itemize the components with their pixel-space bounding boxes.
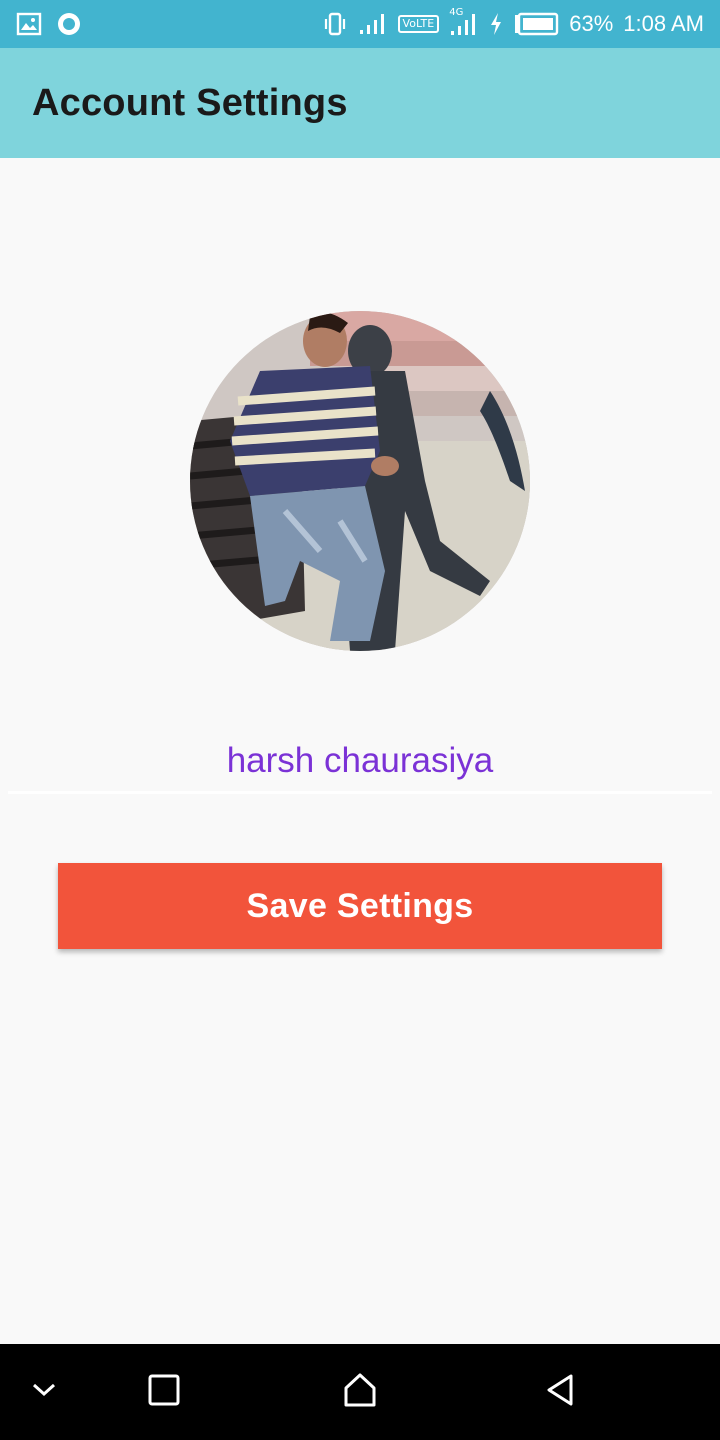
chevron-down-icon xyxy=(31,1382,57,1403)
gallery-icon xyxy=(16,12,42,36)
volte-icon: VoLTE xyxy=(397,15,440,33)
4g-signal-icon: 4G xyxy=(449,7,479,37)
status-bar: VoLTE 4G 63% 1:08 AM xyxy=(0,0,720,48)
circle-notification-icon xyxy=(56,11,82,37)
vibrate-icon xyxy=(322,11,348,37)
display-name-input[interactable] xyxy=(8,740,712,781)
navigation-bar xyxy=(0,1344,720,1440)
nav-back-button[interactable] xyxy=(512,1344,608,1440)
signal-icon xyxy=(358,12,388,36)
charging-icon xyxy=(489,12,503,36)
back-icon xyxy=(543,1372,577,1413)
status-left-icons xyxy=(16,11,82,37)
page-title: Account Settings xyxy=(32,81,348,124)
avatar-photo-icon xyxy=(190,311,530,651)
home-icon xyxy=(342,1372,378,1413)
profile-avatar[interactable] xyxy=(190,311,530,651)
nav-collapse-button[interactable] xyxy=(0,1344,92,1440)
app-bar: Account Settings xyxy=(0,48,720,158)
status-time: 1:08 AM xyxy=(623,11,704,36)
name-field[interactable] xyxy=(8,730,712,794)
battery-icon xyxy=(513,12,559,36)
status-right-icons: VoLTE 4G 63% 1:08 AM xyxy=(322,7,704,37)
network-label: 4G xyxy=(449,7,464,18)
recents-icon xyxy=(147,1373,181,1412)
nav-home-button[interactable] xyxy=(312,1344,408,1440)
battery-percent: 63% xyxy=(569,11,614,36)
save-settings-button[interactable]: Save Settings xyxy=(58,863,662,949)
nav-recents-button[interactable] xyxy=(116,1344,212,1440)
account-settings-screen: VoLTE 4G 63% 1:08 AM Account Settings ha… xyxy=(0,0,720,1440)
